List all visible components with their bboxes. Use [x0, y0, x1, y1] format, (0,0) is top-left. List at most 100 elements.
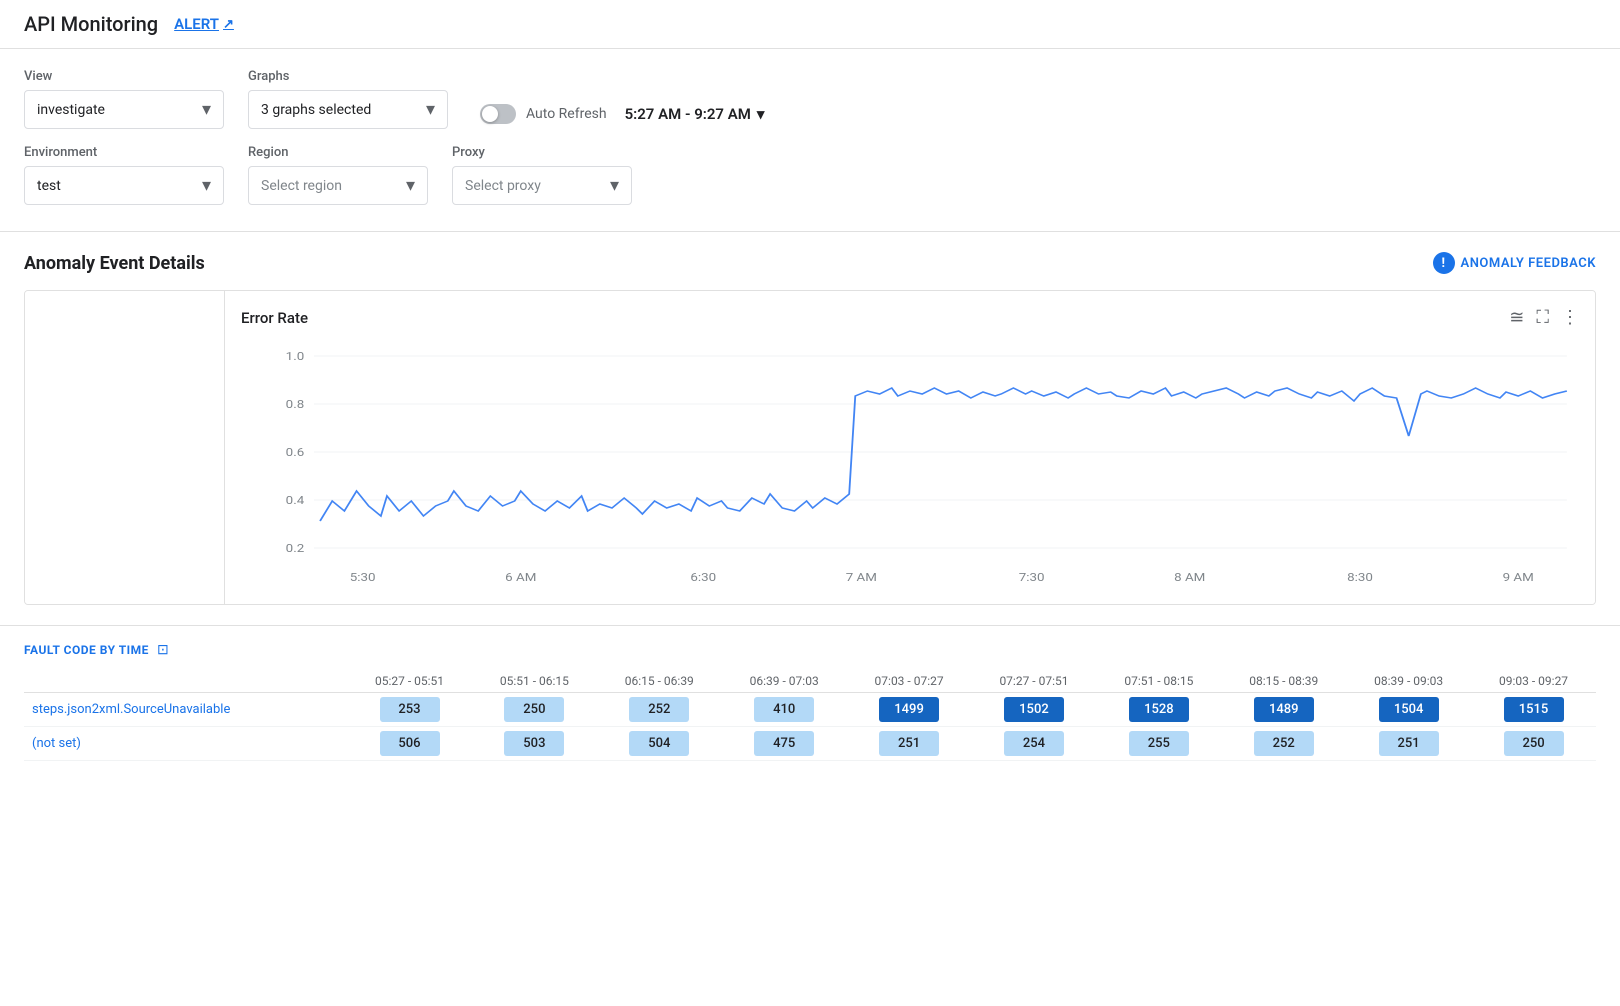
- fault-cell: 503: [472, 727, 597, 761]
- table-row: steps.json2xml.SourceUnavailable25325025…: [24, 693, 1596, 727]
- graphs-value: 3 graphs selected: [261, 102, 371, 118]
- fault-cell: 1499: [847, 693, 972, 727]
- proxy-dropdown-arrow: ▾: [610, 175, 619, 196]
- time-range-selector[interactable]: 5:27 AM - 9:27 AM ▾: [617, 99, 773, 129]
- controls-row-2: Environment test ▾ Region Select region …: [24, 145, 1596, 205]
- svg-text:6 AM: 6 AM: [505, 571, 536, 584]
- environment-label: Environment: [24, 145, 224, 160]
- cell-value: 255: [1129, 731, 1189, 756]
- region-label: Region: [248, 145, 428, 160]
- auto-refresh-toggle[interactable]: [480, 104, 516, 124]
- cell-value: 252: [629, 697, 689, 722]
- chart-left-panel: [25, 291, 225, 604]
- region-placeholder: Select region: [261, 178, 342, 194]
- region-dropdown-arrow: ▾: [406, 175, 415, 196]
- fault-cell: 252: [597, 693, 722, 727]
- fault-col-4: 07:03 - 07:27: [847, 670, 972, 693]
- alert-label: ALERT: [174, 15, 219, 33]
- svg-text:8:30: 8:30: [1347, 571, 1373, 584]
- fault-col-name: [24, 670, 347, 693]
- cell-value: 506: [380, 731, 440, 756]
- cell-value: 1489: [1254, 697, 1314, 722]
- graphs-dropdown[interactable]: 3 graphs selected ▾: [248, 90, 448, 129]
- view-value: investigate: [37, 102, 105, 118]
- svg-text:6:30: 6:30: [690, 571, 716, 584]
- fault-cell: 1489: [1221, 693, 1346, 727]
- svg-text:8 AM: 8 AM: [1174, 571, 1205, 584]
- fault-col-1: 05:51 - 06:15: [472, 670, 597, 693]
- table-row: (not set) 506 503 504 475 251 254 255 252 251 250: [24, 727, 1596, 761]
- fault-cell: 1502: [972, 693, 1097, 727]
- controls-row-1: View investigate ▾ Graphs 3 graphs selec…: [24, 69, 1596, 129]
- fault-code-header: FAULT CODE BY TIME ⊡: [24, 642, 1596, 658]
- fault-cell: 504: [597, 727, 722, 761]
- cell-value: 254: [1004, 731, 1064, 756]
- fault-col-7: 08:15 - 08:39: [1221, 670, 1346, 693]
- auto-refresh-label: Auto Refresh: [526, 106, 607, 122]
- environment-dropdown[interactable]: test ▾: [24, 166, 224, 205]
- proxy-label: Proxy: [452, 145, 632, 160]
- cell-value: 504: [629, 731, 689, 756]
- anomaly-title: Anomaly Event Details: [24, 253, 205, 274]
- cell-value: 475: [754, 731, 814, 756]
- fault-cell: 506: [347, 727, 472, 761]
- time-range-value: 5:27 AM - 9:27 AM: [625, 105, 751, 123]
- proxy-placeholder: Select proxy: [465, 178, 541, 194]
- chart-main: Error Rate ≅ ⛶ ⋮ 1.0 0.8: [225, 291, 1595, 604]
- svg-text:0.4: 0.4: [286, 494, 305, 507]
- chart-more-icon[interactable]: ⋮: [1561, 307, 1579, 328]
- view-dropdown-arrow: ▾: [202, 99, 211, 120]
- cell-value: 251: [1379, 731, 1439, 756]
- time-range-arrow: ▾: [757, 105, 765, 123]
- environment-dropdown-arrow: ▾: [202, 175, 211, 196]
- fault-col-9: 09:03 - 09:27: [1471, 670, 1596, 693]
- graphs-dropdown-arrow: ▾: [426, 99, 435, 120]
- svg-text:9 AM: 9 AM: [1503, 571, 1534, 584]
- fault-row-name[interactable]: steps.json2xml.SourceUnavailable: [24, 693, 347, 727]
- chart-title-row: Error Rate ≅ ⛶ ⋮: [241, 307, 1579, 328]
- anomaly-feedback-icon: !: [1433, 252, 1455, 274]
- fault-code-table: 05:27 - 05:51 05:51 - 06:15 06:15 - 06:3…: [24, 670, 1596, 761]
- fault-cell: 253: [347, 693, 472, 727]
- cell-value: 253: [380, 697, 440, 722]
- fault-cell: 255: [1096, 727, 1221, 761]
- fault-row-name[interactable]: (not set): [24, 727, 347, 761]
- fault-code-title: FAULT CODE BY TIME: [24, 643, 149, 657]
- fault-cell: 252: [1221, 727, 1346, 761]
- header: API Monitoring ALERT ↗: [0, 0, 1620, 49]
- cell-value: 1528: [1129, 697, 1189, 722]
- chart-area: 1.0 0.8 0.6 0.4 0.2 5:30 6 AM 6:30 7 AM …: [241, 336, 1579, 596]
- svg-text:0.8: 0.8: [286, 398, 305, 411]
- chart-container: Error Rate ≅ ⛶ ⋮ 1.0 0.8: [24, 290, 1596, 605]
- page-title: API Monitoring: [24, 12, 158, 36]
- view-dropdown[interactable]: investigate ▾: [24, 90, 224, 129]
- svg-text:7 AM: 7 AM: [846, 571, 877, 584]
- cell-value: 1504: [1379, 697, 1439, 722]
- anomaly-feedback-button[interactable]: ! ANOMALY FEEDBACK: [1433, 252, 1596, 274]
- proxy-dropdown[interactable]: Select proxy ▾: [452, 166, 632, 205]
- chart-legend-icon[interactable]: ≅: [1509, 307, 1524, 328]
- fault-cell: 251: [847, 727, 972, 761]
- region-dropdown[interactable]: Select region ▾: [248, 166, 428, 205]
- fault-col-5: 07:27 - 07:51: [972, 670, 1097, 693]
- fault-cell: 250: [1471, 727, 1596, 761]
- external-link-icon: ↗: [223, 17, 234, 32]
- chart-icons: ≅ ⛶ ⋮: [1509, 307, 1579, 328]
- fault-col-3: 06:39 - 07:03: [722, 670, 847, 693]
- svg-text:0.2: 0.2: [286, 542, 305, 555]
- fault-code-export-icon[interactable]: ⊡: [157, 642, 169, 658]
- fault-cell: 1528: [1096, 693, 1221, 727]
- controls-section: View investigate ▾ Graphs 3 graphs selec…: [0, 49, 1620, 232]
- alert-link[interactable]: ALERT ↗: [174, 15, 234, 33]
- cell-value: 410: [754, 697, 814, 722]
- chart-expand-icon[interactable]: ⛶: [1536, 307, 1549, 328]
- fault-col-0: 05:27 - 05:51: [347, 670, 472, 693]
- anomaly-section: Anomaly Event Details ! ANOMALY FEEDBACK…: [0, 232, 1620, 605]
- cell-value: 250: [1504, 731, 1564, 756]
- svg-text:0.6: 0.6: [286, 446, 305, 459]
- svg-text:5:30: 5:30: [350, 571, 376, 584]
- cell-value: 252: [1254, 731, 1314, 756]
- chart-svg: 1.0 0.8 0.6 0.4 0.2 5:30 6 AM 6:30 7 AM …: [241, 336, 1579, 596]
- chart-title: Error Rate: [241, 309, 308, 327]
- cell-value: 251: [879, 731, 939, 756]
